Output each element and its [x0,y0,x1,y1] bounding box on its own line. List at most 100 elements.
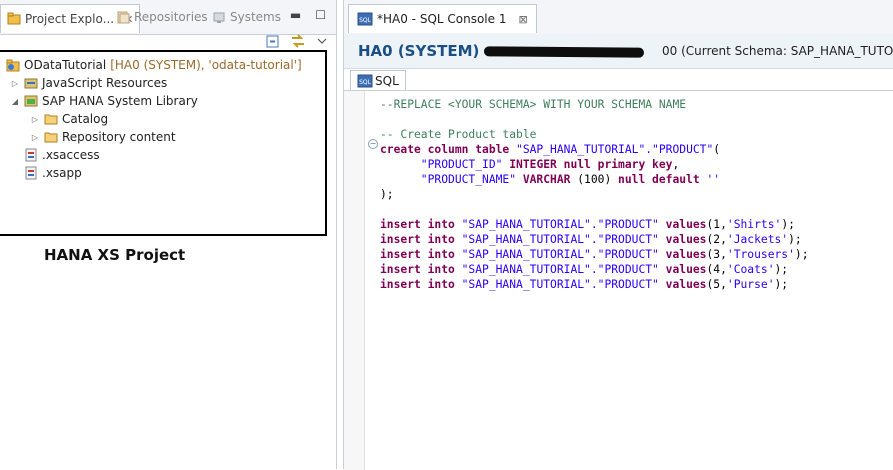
code-keyword: values [658,233,707,246]
library-icon [24,94,38,108]
code-keyword: VARCHAR [522,173,571,186]
project-explorer-panel: Project Explo... ✕ Repositories Systems … [0,0,337,469]
file-icon [24,166,38,180]
connection-header: HA0 (SYSTEM) 00 (Current Schema: SAP_HAN… [344,34,893,69]
fold-toggle-icon[interactable]: − [368,139,378,149]
collapse-all-icon[interactable] [266,34,280,51]
sql-icon-text: SQL [359,79,372,86]
code-string: '' [699,173,721,186]
expand-arrow-icon[interactable]: ▷ [10,79,20,88]
minimize-icon[interactable]: ▬ [290,8,301,22]
code-text: ); [774,278,789,291]
tab-systems[interactable]: Systems [212,6,281,28]
tab-label: *HA0 - SQL Console 1 [377,12,507,26]
tab-label: Systems [230,10,281,24]
tree-item-catalog[interactable]: ▷ Catalog [30,110,108,128]
code-keyword: null default [618,173,700,186]
left-tab-bar: Project Explo... ✕ Repositories Systems … [0,0,336,35]
javascript-resources-icon [24,76,38,90]
tree-item-label: Repository content [62,130,176,144]
code-keyword: values [658,263,707,276]
code-text: (1, [706,218,727,231]
code-string: "SAP_HANA_TUTORIAL"."PRODUCT" [461,218,659,231]
code-text: (2, [706,233,727,246]
code-comment: -- Create Product table [380,128,537,141]
expand-arrow-icon[interactable]: ▷ [30,133,40,142]
expand-arrow-icon[interactable]: ▷ [30,115,40,124]
tree-item-label: JavaScript Resources [42,76,168,90]
code-text: ); [794,248,809,261]
tree-item-label: .xsapp [42,166,82,180]
project-explorer-icon [7,12,21,26]
tab-repositories[interactable]: Repositories [116,6,208,28]
systems-icon [212,10,226,24]
code-string: "SAP_HANA_TUTORIAL"."PRODUCT" [461,278,659,291]
view-menu-icon[interactable] [316,35,328,50]
sql-icon-text: SQL [359,17,372,24]
code-text: (5, [706,278,727,291]
code-string: 'Trousers' [726,248,795,261]
link-with-editor-icon[interactable] [290,33,306,51]
window-controls: ▬ ☐ [290,8,326,22]
code-string: 'Jackets' [726,233,789,246]
tree-item-odatatutorial[interactable]: ODataTutorial [HA0 (SYSTEM), 'odata-tuto… [6,56,302,74]
editor-gutter [344,91,365,470]
tree-item-xsapp[interactable]: .xsapp [24,164,82,182]
sql-code[interactable]: --REPLACE <YOUR SCHEMA> WITH YOUR SCHEMA… [380,97,809,292]
sql-editor[interactable]: − --REPLACE <YOUR SCHEMA> WITH YOUR SCHE… [344,90,893,470]
tree-item-javascript-resources[interactable]: ▷ JavaScript Resources [10,74,167,92]
code-string: 'Shirts' [726,218,782,231]
collapse-arrow-icon[interactable]: ◢ [10,97,20,106]
sql-icon: SQL [357,74,373,88]
code-keyword: insert into [380,248,462,261]
tree-item-label: ODataTutorial [24,58,107,72]
code-text: ( [713,143,721,156]
code-keyword: values [658,218,707,231]
tree-item-xsaccess[interactable]: .xsaccess [24,146,100,164]
code-text: (100) [570,173,619,186]
code-keyword: insert into [380,278,462,291]
explorer-toolbar [266,33,328,51]
tree-item-label: .xsaccess [42,148,100,162]
maximize-icon[interactable]: ☐ [315,8,326,22]
file-icon [24,148,38,162]
repositories-icon [116,10,130,24]
folder-icon [44,112,58,126]
code-keyword: create column table [380,143,517,156]
folder-icon [44,130,58,144]
tab-label: SQL [375,74,399,88]
code-text: (4, [706,263,727,276]
close-icon[interactable]: ⊠ [518,13,527,26]
code-string: 'Coats' [726,263,775,276]
tree-item-sap-hana-system-library[interactable]: ◢ SAP HANA System Library [10,92,198,110]
code-string: "PRODUCT_NAME" [380,173,523,186]
tab-label: Repositories [134,10,208,24]
code-text: ); [774,263,789,276]
code-text: ); [788,233,802,246]
tree-item-decoration: [HA0 (SYSTEM), 'odata-tutorial'] [110,58,302,72]
project-tree: ODataTutorial [HA0 (SYSTEM), 'odata-tuto… [0,50,327,236]
tree-item-repository-content[interactable]: ▷ Repository content [30,128,176,146]
code-text: , [672,158,680,171]
tree-item-label: SAP HANA System Library [42,94,198,108]
tab-label: Project Explo... [25,12,115,26]
redacted-host [483,46,645,58]
project-icon [6,58,20,72]
code-keyword: values [658,278,707,291]
connection-info: 00 (Current Schema: SAP_HANA_TUTORIAL) [662,44,893,58]
sql-console-panel: SQL *HA0 - SQL Console 1 ⊠ HA0 (SYSTEM) … [343,0,893,470]
connection-title: HA0 (SYSTEM) [358,42,480,60]
code-keyword: insert into [380,263,462,276]
caption-hana-xs-project: HANA XS Project [44,246,186,264]
code-keyword: values [658,248,707,261]
code-string: "PRODUCT_ID" [380,158,510,171]
sql-file-icon: SQL [357,12,373,26]
code-string: "SAP_HANA_TUTORIAL"."PRODUCT" [461,233,659,246]
code-text: ); [781,218,795,231]
code-keyword: insert into [380,218,462,231]
tab-sql[interactable]: SQL SQL [350,70,406,91]
code-string: "SAP_HANA_TUTORIAL"."PRODUCT" [516,143,714,156]
tab-sql-console[interactable]: SQL *HA0 - SQL Console 1 ⊠ [348,4,537,33]
code-string: 'Purse' [726,278,775,291]
editor-tab-bar: SQL *HA0 - SQL Console 1 ⊠ [344,0,893,35]
